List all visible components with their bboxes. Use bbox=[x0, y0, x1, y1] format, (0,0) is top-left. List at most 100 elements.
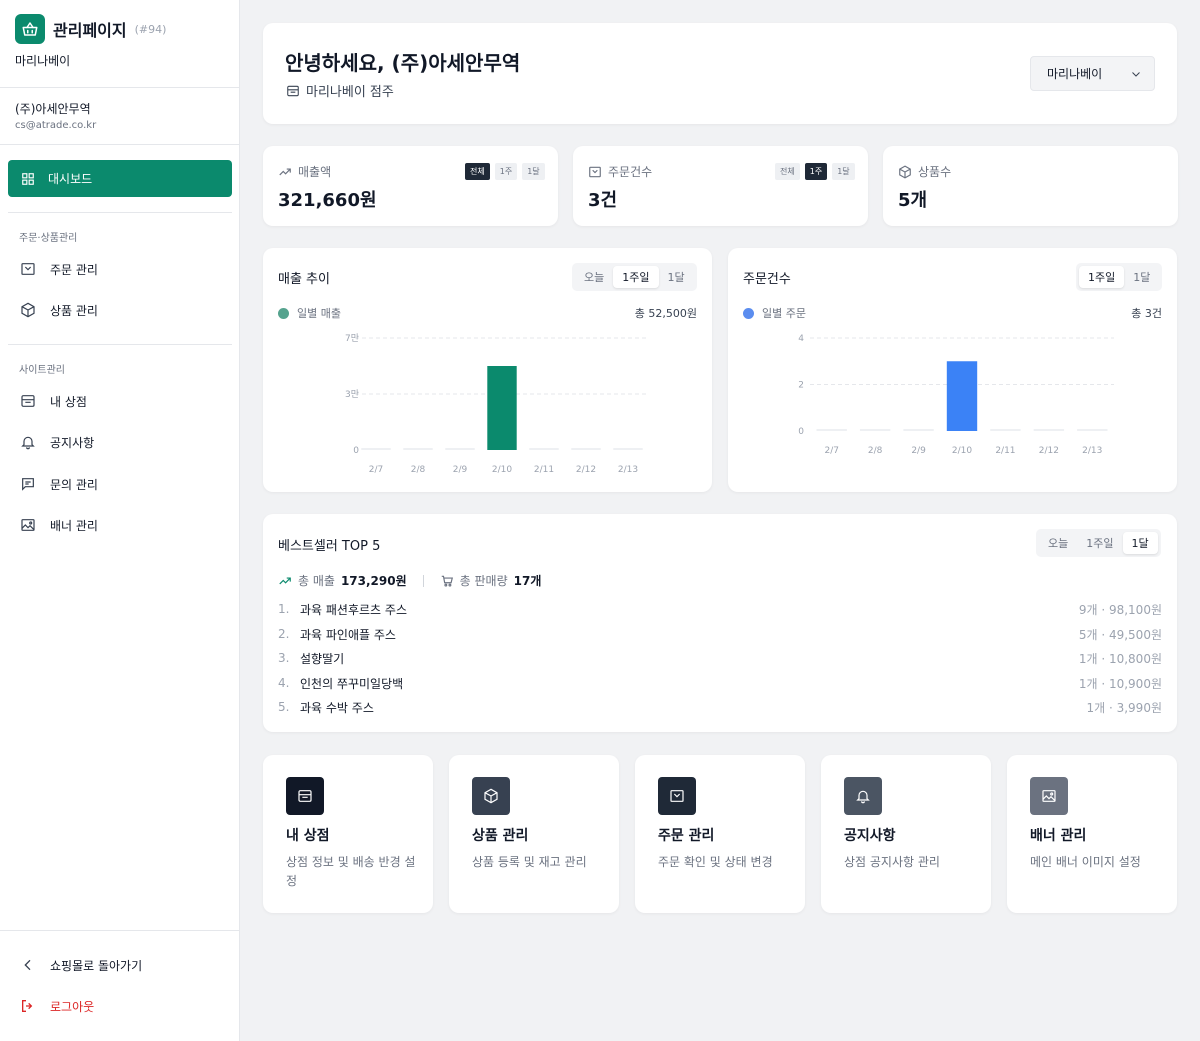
period-month[interactable]: 1달 bbox=[522, 163, 545, 180]
store-select-value: 마리나베이 bbox=[1047, 67, 1103, 81]
rank-number: 2. bbox=[278, 627, 290, 641]
orders-bar-chart: 0 2 4 2/7 2/8 2/9 2/10 2/11 2/12 2/13 bbox=[798, 334, 1114, 456]
bar[interactable] bbox=[1077, 429, 1108, 431]
order-icon bbox=[589, 166, 601, 177]
bar[interactable] bbox=[445, 448, 475, 450]
message-icon bbox=[22, 478, 34, 491]
y-tick-label: 3만 bbox=[345, 389, 359, 400]
orders-chart-card: 주문건수 1주일 1달 일별 주문 총 3건 0 2 4 2/7 2/8 2/9 2/10 2… bbox=[728, 248, 1177, 492]
sidebar-item-banners[interactable]: 배너 관리 bbox=[20, 515, 98, 535]
bar[interactable] bbox=[903, 429, 934, 431]
image-icon bbox=[21, 519, 35, 531]
list-item[interactable]: 4. 인천의 쭈꾸미일당백 1개 · 10,900원 bbox=[278, 674, 1162, 692]
stat-card-orders: 주문건수 전체 1주 1달 3건 bbox=[573, 146, 868, 226]
rank-number: 4. bbox=[278, 676, 290, 690]
bar[interactable] bbox=[571, 448, 601, 450]
grid-icon bbox=[22, 172, 34, 185]
logout-button[interactable]: 로그아웃 bbox=[20, 996, 94, 1016]
quick-link-orders[interactable]: 주문 관리 주문 확인 및 상태 변경 bbox=[635, 755, 805, 913]
sidebar-item-label: 배너 관리 bbox=[50, 518, 98, 533]
sidebar-item-label: 내 상점 bbox=[50, 394, 87, 409]
bestseller-summary: 총 매출 173,290원 총 판매량 17개 bbox=[278, 572, 541, 589]
product-sales: 1개 · 3,990원 bbox=[1086, 700, 1162, 715]
x-tick-label: 2/12 bbox=[1039, 446, 1059, 456]
store-icon bbox=[286, 777, 324, 815]
sidebar-item-store[interactable]: 내 상점 bbox=[20, 391, 87, 411]
order-icon bbox=[658, 777, 696, 815]
period-week[interactable]: 1주 bbox=[494, 163, 518, 180]
stat-label: 매출액 bbox=[278, 163, 331, 180]
divider bbox=[8, 344, 232, 345]
total-qty-value: 17개 bbox=[513, 574, 542, 588]
stat-card-products: 상품수 5개 bbox=[883, 146, 1178, 226]
period-month[interactable]: 1달 bbox=[832, 163, 855, 180]
sidebar-item-notices[interactable]: 공지사항 bbox=[20, 432, 94, 452]
period-all[interactable]: 전체 bbox=[775, 163, 800, 180]
stat-label: 상품수 bbox=[898, 163, 951, 180]
period-week[interactable]: 1주 bbox=[804, 163, 828, 180]
sidebar: 관리페이지 (#94) 마리나베이 (주)아세안무역 cs@atrade.co.… bbox=[0, 0, 240, 1041]
chevron-left-icon bbox=[24, 959, 31, 971]
trending-up-icon bbox=[279, 168, 291, 175]
x-tick-label: 2/13 bbox=[1082, 446, 1102, 456]
bar[interactable] bbox=[859, 429, 891, 431]
account-email: cs@atrade.co.kr bbox=[15, 120, 97, 131]
sidebar-item-products[interactable]: 상품 관리 bbox=[20, 300, 98, 320]
sidebar-item-dashboard[interactable]: 대시보드 bbox=[8, 160, 232, 197]
quick-link-banners[interactable]: 배너 관리 메인 배너 이미지 설정 bbox=[1007, 755, 1177, 913]
bar[interactable] bbox=[487, 366, 517, 450]
trending-up-icon bbox=[279, 577, 291, 584]
sidebar-item-orders[interactable]: 주문 관리 bbox=[20, 259, 98, 279]
bell-icon bbox=[844, 777, 882, 815]
bar[interactable] bbox=[816, 429, 847, 431]
tab-week[interactable]: 1주일 bbox=[1077, 532, 1122, 554]
sidebar-item-inquiries[interactable]: 문의 관리 bbox=[20, 474, 98, 494]
bar[interactable] bbox=[403, 448, 433, 450]
y-tick-label: 2 bbox=[798, 381, 804, 391]
list-item[interactable]: 3. 설향딸기 1개 · 10,800원 bbox=[278, 649, 1162, 667]
quick-link-title: 내 상점 bbox=[286, 828, 330, 844]
brand-title: 관리페이지 bbox=[53, 21, 127, 40]
quick-link-desc: 상점 정보 및 배송 반경 설정 bbox=[286, 855, 416, 888]
product-name: 설향딸기 bbox=[300, 651, 345, 666]
x-tick-label: 2/10 bbox=[952, 446, 972, 456]
stat-label-text: 주문건수 bbox=[608, 165, 653, 179]
product-name: 과육 패션후르츠 주스 bbox=[300, 602, 407, 617]
x-tick-label: 2/9 bbox=[453, 465, 468, 475]
bar[interactable] bbox=[1033, 429, 1065, 431]
tab-month[interactable]: 1달 bbox=[1122, 532, 1158, 554]
bar[interactable] bbox=[529, 448, 559, 450]
brand-id: (#94) bbox=[134, 22, 167, 36]
basket-icon bbox=[15, 14, 45, 44]
greeting-card: 안녕하세요, (주)아세안무역 마리나베이 점주 마리나베이 bbox=[263, 23, 1177, 124]
store-select[interactable]: 마리나베이 bbox=[1030, 56, 1155, 91]
quick-link-products[interactable]: 상품 관리 상품 등록 및 재고 관리 bbox=[449, 755, 619, 913]
quick-link-title: 배너 관리 bbox=[1030, 828, 1087, 844]
bar[interactable] bbox=[990, 429, 1021, 431]
bar[interactable] bbox=[361, 448, 391, 450]
quick-link-title: 공지사항 bbox=[844, 828, 896, 844]
quick-link-store[interactable]: 내 상점 상점 정보 및 배송 반경 설정 bbox=[263, 755, 433, 913]
product-name: 인천의 쭈꾸미일당백 bbox=[300, 676, 404, 691]
sidebar-item-label: 상품 관리 bbox=[50, 303, 98, 318]
sidebar-item-label: 대시보드 bbox=[48, 172, 93, 186]
x-tick-label: 2/7 bbox=[369, 465, 383, 475]
list-item[interactable]: 2. 과육 파인애플 주스 5개 · 49,500원 bbox=[278, 625, 1162, 643]
x-tick-label: 2/12 bbox=[576, 465, 596, 475]
bar[interactable] bbox=[613, 448, 643, 450]
quick-link-notices[interactable]: 공지사항 상점 공지사항 관리 bbox=[821, 755, 991, 913]
stat-label-text: 상품수 bbox=[918, 165, 952, 179]
store-icon bbox=[287, 85, 299, 96]
quick-link-title: 주문 관리 bbox=[658, 828, 715, 844]
y-tick-label: 4 bbox=[798, 334, 804, 344]
quick-link-desc: 상점 공지사항 관리 bbox=[844, 855, 940, 869]
period-all[interactable]: 전체 bbox=[465, 163, 490, 180]
store-icon bbox=[21, 395, 35, 407]
list-item[interactable]: 1. 과육 패션후르츠 주스 9개 · 98,100원 bbox=[278, 600, 1162, 618]
tab-today[interactable]: 오늘 bbox=[1039, 532, 1077, 554]
section-heading: 주문·상품관리 bbox=[19, 233, 78, 244]
bar[interactable] bbox=[946, 361, 978, 431]
list-item[interactable]: 5. 과육 수박 주스 1개 · 3,990원 bbox=[278, 698, 1162, 716]
back-to-shop-link[interactable]: 쇼핑몰로 돌아가기 bbox=[20, 955, 142, 975]
y-tick-label: 7만 bbox=[345, 333, 359, 344]
